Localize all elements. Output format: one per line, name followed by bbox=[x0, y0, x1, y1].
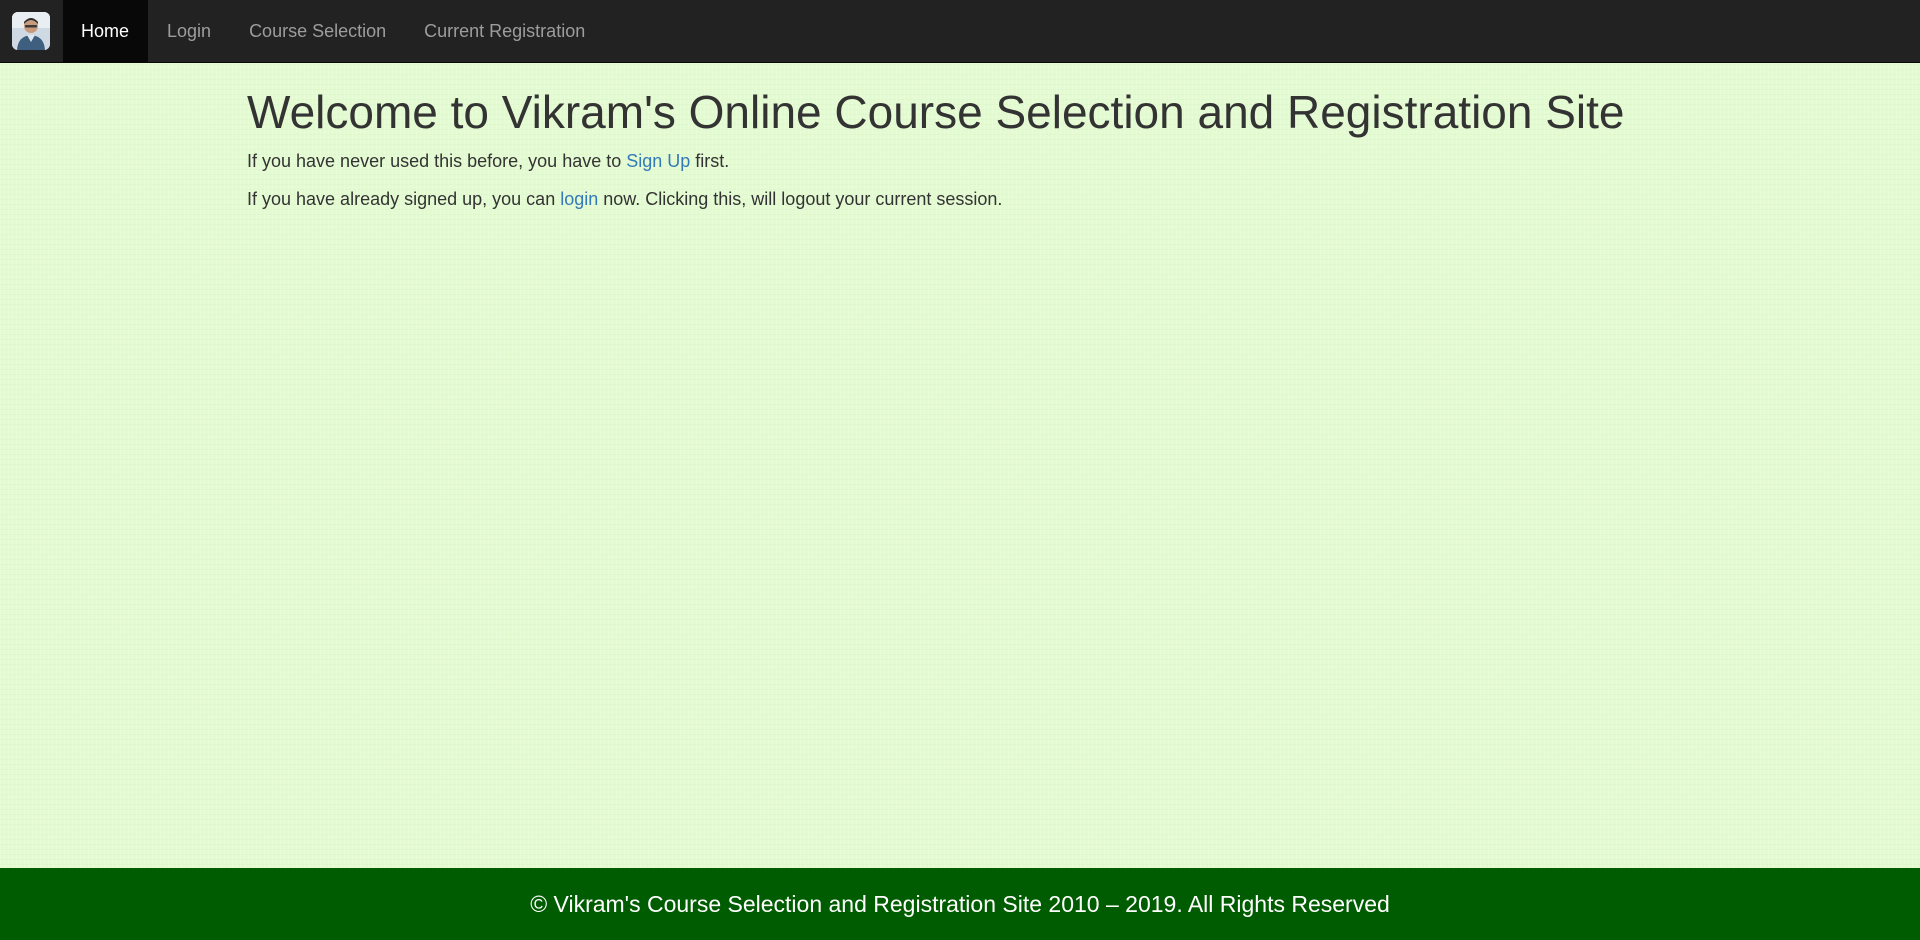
main-nav: Home Login Course Selection Current Regi… bbox=[63, 0, 604, 62]
sign-up-link[interactable]: Sign Up bbox=[626, 151, 690, 171]
site-footer: © Vikram's Course Selection and Registra… bbox=[0, 868, 1920, 940]
signup-instruction: If you have never used this before, you … bbox=[247, 150, 729, 172]
login-text-before: If you have already signed up, you can bbox=[247, 189, 561, 209]
nav-course-selection[interactable]: Course Selection bbox=[230, 0, 405, 62]
footer-copyright: © Vikram's Course Selection and Registra… bbox=[530, 891, 1390, 917]
login-link[interactable]: login bbox=[560, 189, 598, 209]
nav-login[interactable]: Login bbox=[148, 0, 230, 62]
avatar-image bbox=[12, 12, 50, 50]
nav-current-registration[interactable]: Current Registration bbox=[405, 0, 604, 62]
page-title: Welcome to Vikram's Online Course Select… bbox=[247, 86, 1625, 138]
top-navbar: Home Login Course Selection Current Regi… bbox=[0, 0, 1920, 63]
signup-text-after: first. bbox=[690, 151, 730, 171]
login-text-after: now. Clicking this, will logout your cur… bbox=[598, 189, 1003, 209]
login-instruction: If you have already signed up, you can l… bbox=[247, 188, 1002, 210]
signup-text-before: If you have never used this before, you … bbox=[247, 151, 627, 171]
nav-home[interactable]: Home bbox=[63, 0, 149, 62]
user-avatar-icon[interactable] bbox=[12, 12, 50, 50]
